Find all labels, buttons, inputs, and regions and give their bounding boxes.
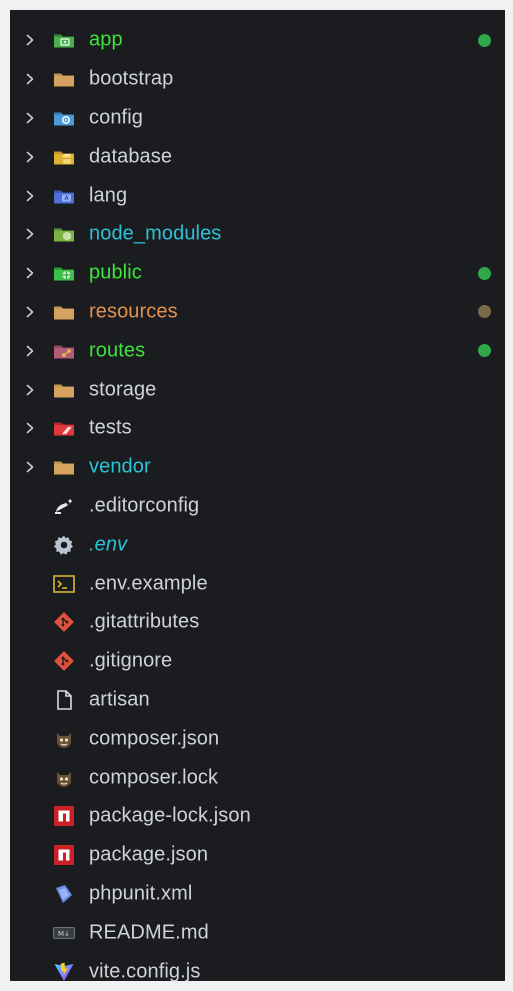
item-label: resources [89,300,178,323]
file-row-dot-gitignore[interactable]: .gitignore [10,642,505,681]
file-tree: app bootstrap config database Alang node_modu… [10,21,505,991]
item-label: .env.example [89,572,208,595]
folder-icon [52,455,76,479]
file-explorer: app bootstrap config database Alang node_modu… [10,10,505,982]
file-row-dot-env[interactable]: .env [10,525,505,564]
npm-icon [52,804,76,828]
folder-routes-icon [52,339,76,363]
item-label: app [89,28,123,51]
composer-icon [52,727,76,751]
markdown-icon: M↓ [52,921,76,945]
item-label: database [89,145,173,168]
folder-row-public[interactable]: public [10,254,505,293]
file-row-composer-json[interactable]: composer.json [10,719,505,758]
item-label: routes [89,339,146,362]
chevron-right-icon[interactable] [24,345,36,357]
gear-icon [52,533,76,557]
file-row-composer-lock[interactable]: composer.lock [10,758,505,797]
folder-row-lang[interactable]: Alang [10,176,505,215]
chevron-right-icon[interactable] [24,190,36,202]
chevron-right-icon[interactable] [24,306,36,318]
folder-row-bootstrap[interactable]: bootstrap [10,60,505,99]
editorconfig-icon [52,494,76,518]
chevron-right-icon[interactable] [24,34,36,46]
chevron-right-icon[interactable] [24,267,36,279]
chevron-right-icon[interactable] [24,151,36,163]
file-row-vite-config-js[interactable]: vite.config.js [10,952,505,991]
folder-app-icon [52,28,76,52]
git-status-dot [478,305,491,319]
chevron-right-icon[interactable] [24,228,36,240]
item-label: .env [89,533,128,556]
file-row-package-lock-json[interactable]: package-lock.json [10,797,505,836]
item-label: node_modules [89,222,222,245]
file-row-dot-editorconfig[interactable]: .editorconfig [10,487,505,526]
folder-icon [52,378,76,402]
item-label: vite.config.js [89,960,201,983]
item-label: storage [89,378,157,401]
folder-row-config[interactable]: config [10,99,505,138]
folder-row-vendor[interactable]: vendor [10,448,505,487]
folder-database-icon [52,145,76,169]
item-label: tests [89,416,132,439]
phpunit-icon [52,882,76,906]
folder-row-app[interactable]: app [10,21,505,60]
folder-node-icon [52,222,76,246]
item-label: composer.json [89,727,220,750]
composer-icon [52,766,76,790]
folder-test-icon [52,416,76,440]
item-label: composer.lock [89,766,219,789]
chevron-right-icon[interactable] [24,422,36,434]
folder-row-routes[interactable]: routes [10,331,505,370]
folder-icon [52,67,76,91]
folder-public-icon [52,261,76,285]
git-status-dot [478,344,491,358]
item-label: .gitattributes [89,610,200,633]
folder-lang-icon: A [52,184,76,208]
item-label: bootstrap [89,67,174,90]
folder-row-tests[interactable]: tests [10,409,505,448]
folder-row-node-modules[interactable]: node_modules [10,215,505,254]
item-label: .editorconfig [89,494,200,517]
file-row-dot-env-example[interactable]: .env.example [10,564,505,603]
chevron-right-icon[interactable] [24,461,36,473]
item-label: public [89,261,142,284]
vite-icon [52,960,76,984]
item-label: README.md [89,921,209,944]
item-label: package-lock.json [89,804,251,827]
chevron-right-icon[interactable] [24,112,36,124]
item-label: lang [89,184,128,207]
terminal-icon [52,572,76,596]
git-icon [52,610,76,634]
item-label: phpunit.xml [89,882,193,905]
git-status-dot [478,266,491,280]
file-row-phpunit-xml[interactable]: phpunit.xml [10,875,505,914]
file-row-artisan[interactable]: artisan [10,681,505,720]
item-label: vendor [89,455,151,478]
folder-config-icon [52,106,76,130]
item-label: config [89,106,143,129]
folder-row-storage[interactable]: storage [10,370,505,409]
item-label: artisan [89,688,150,711]
git-status-dot [478,33,491,47]
npm-icon [52,843,76,867]
file-icon [52,688,76,712]
folder-row-database[interactable]: database [10,137,505,176]
item-label: package.json [89,843,209,866]
folder-icon [52,300,76,324]
chevron-right-icon[interactable] [24,384,36,396]
file-row-readme-md[interactable]: M↓ README.md [10,913,505,952]
svg-text:M↓: M↓ [58,930,70,938]
git-icon [52,649,76,673]
folder-row-resources[interactable]: resources [10,293,505,332]
file-row-package-json[interactable]: package.json [10,836,505,875]
file-row-dot-gitattributes[interactable]: .gitattributes [10,603,505,642]
item-label: .gitignore [89,649,173,672]
chevron-right-icon[interactable] [24,73,36,85]
